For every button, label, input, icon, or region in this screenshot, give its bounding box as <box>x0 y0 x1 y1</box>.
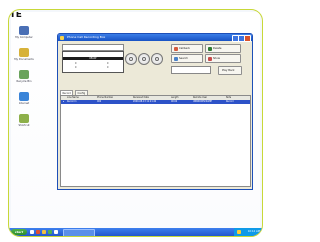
desktop-icon-label: My Computer <box>15 36 33 39</box>
desktop: ГЕ My Computer My Documents Recycle Bin … <box>11 12 260 228</box>
phone-display-field <box>62 44 124 51</box>
quick-launch-icon[interactable] <box>36 230 40 234</box>
phone-icon <box>173 46 178 51</box>
button-label: Show <box>213 57 220 60</box>
record-button[interactable] <box>125 53 137 65</box>
lcd-status: READY <box>63 57 123 60</box>
quick-launch-icon[interactable] <box>54 230 58 234</box>
start-button[interactable]: start <box>11 229 27 235</box>
lcd-digit: 0 <box>107 62 109 65</box>
close-button[interactable] <box>244 35 251 42</box>
globe-icon <box>19 92 29 101</box>
show-records-button[interactable]: Show <box>205 54 241 63</box>
taskbar-window-button[interactable] <box>63 229 95 236</box>
search-icon <box>173 56 178 61</box>
button-label: Callback <box>179 47 191 50</box>
desktop-icon-recycle-bin[interactable]: Recycle Bin <box>13 70 35 83</box>
quick-launch-icon[interactable] <box>30 230 34 234</box>
desktop-icon-internet[interactable]: Internet <box>13 92 35 105</box>
quick-launch-icon[interactable] <box>48 230 52 234</box>
desktop-icon-label: My Documents <box>14 58 34 61</box>
row-indicator: ▸ <box>63 100 65 103</box>
screenshot-frame: ГЕ My Computer My Documents Recycle Bin … <box>8 9 263 237</box>
lcd-digit: 0 <box>75 66 77 69</box>
table-cell: UNKNOWN NAME <box>193 100 212 103</box>
play-button[interactable] <box>138 53 150 65</box>
quick-launch-icon[interactable] <box>42 230 46 234</box>
taskbar: start 10:12 AM <box>9 228 262 236</box>
button-label: Play Back <box>222 69 235 72</box>
tray-icon[interactable] <box>237 230 241 234</box>
table-cell: Record <box>226 100 234 103</box>
play-back-button[interactable]: Play Back <box>218 66 242 75</box>
computer-icon <box>19 26 29 35</box>
callback-button[interactable]: Callback <box>171 44 203 53</box>
button-label: Search <box>179 57 188 60</box>
table-cell: 2009-08-13 11:21:42 <box>133 100 157 103</box>
stop-icon <box>155 57 159 61</box>
lcd-digit: 0 <box>107 66 109 69</box>
button-label: Delete <box>213 47 222 50</box>
recycle-bin-icon <box>19 70 29 79</box>
table-row[interactable]: ▸ Record 1 000 2009-08-13 11:21:42 00:04… <box>61 100 250 104</box>
shortcut-icon <box>19 114 29 123</box>
window-title: Phone Call Recording Box <box>67 35 106 39</box>
desktop-icon-shortcut[interactable]: Shortcut <box>13 114 35 127</box>
clock: 10:12 AM <box>247 230 260 233</box>
lcd-panel: READY 0 0 0 0 <box>62 51 124 73</box>
desktop-icon-my-computer[interactable]: My Computer <box>13 26 35 39</box>
desktop-icon-label: Shortcut <box>18 124 30 127</box>
record-icon <box>129 57 133 61</box>
records-icon <box>207 56 212 61</box>
desktop-icon-label: Recycle Bin <box>16 80 32 83</box>
stop-button[interactable] <box>151 53 163 65</box>
records-table: Line Name Phone Number Received Date Len… <box>60 95 251 187</box>
delete-button[interactable]: Delete <box>205 44 241 53</box>
folder-icon <box>19 48 29 57</box>
desktop-icon-label: Internet <box>18 102 30 105</box>
table-cell: 00:04 <box>171 100 178 103</box>
play-icon <box>142 57 146 61</box>
window-titlebar[interactable]: Phone Call Recording Box <box>58 34 252 42</box>
app-window: Phone Call Recording Box READY 0 0 0 0 C… <box>57 33 253 190</box>
search-input[interactable] <box>171 66 211 74</box>
table-cell: Record 1 <box>67 100 77 103</box>
delete-icon <box>207 46 212 51</box>
lcd-digit: 0 <box>75 62 77 65</box>
search-records-button[interactable]: Search <box>171 54 203 63</box>
system-tray: 10:12 AM <box>234 228 262 236</box>
desktop-icon-my-documents[interactable]: My Documents <box>13 48 35 61</box>
cropped-title: ГЕ <box>11 12 22 19</box>
table-cell: 000 <box>97 100 102 103</box>
app-icon <box>60 35 64 40</box>
